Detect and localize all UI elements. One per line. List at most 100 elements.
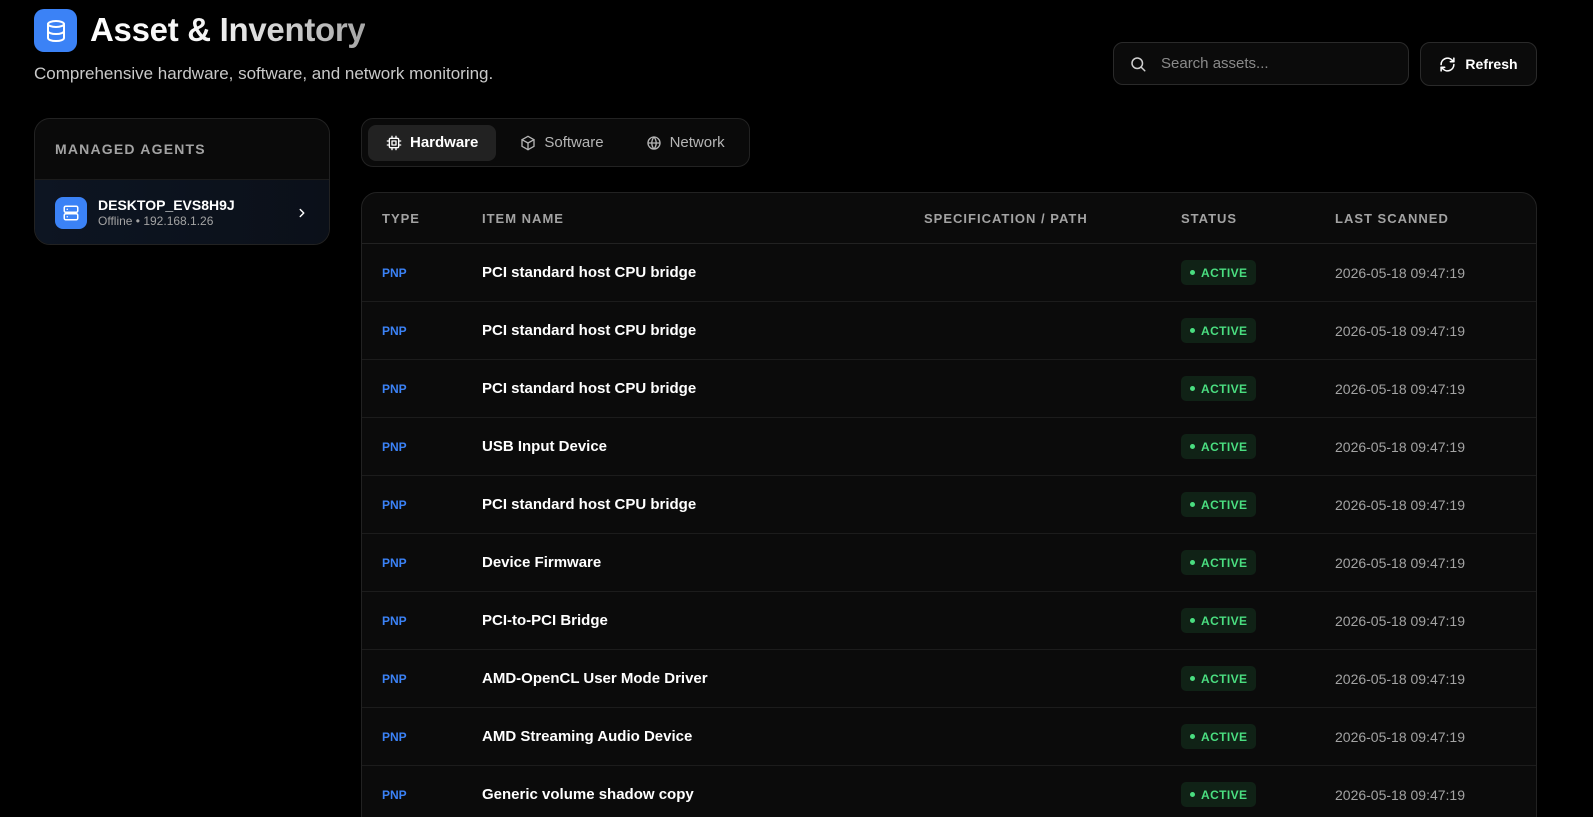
status-badge: ACTIVE — [1181, 260, 1257, 285]
search-input[interactable] — [1161, 55, 1391, 72]
status-text: ACTIVE — [1201, 323, 1248, 338]
tab-label: Software — [544, 134, 604, 151]
asset-inventory-page: Asset & Inventory Comprehensive hardware… — [0, 0, 1593, 817]
status-badge: ACTIVE — [1181, 550, 1257, 575]
item-name-cell: PCI standard host CPU bridge — [482, 264, 697, 281]
column-header-type[interactable]: TYPE — [362, 211, 482, 226]
type-cell: PNP — [382, 787, 407, 802]
type-cell: PNP — [382, 265, 407, 280]
item-name-cell: PCI standard host CPU bridge — [482, 496, 697, 513]
status-text: ACTIVE — [1201, 497, 1248, 512]
item-name-cell: PCI standard host CPU bridge — [482, 380, 697, 397]
status-badge: ACTIVE — [1181, 782, 1257, 807]
item-name-cell: USB Input Device — [482, 438, 608, 455]
status-dot-icon — [1190, 560, 1195, 565]
item-name-cell: PCI-to-PCI Bridge — [482, 612, 608, 629]
tab-label: Network — [669, 134, 725, 151]
agent-name: DESKTOP_EVS8H9J — [98, 196, 235, 213]
refresh-label: Refresh — [1465, 56, 1518, 72]
tab-hardware[interactable]: Hardware — [368, 124, 497, 161]
status-text: ACTIVE — [1201, 439, 1248, 454]
assets-table: TYPE ITEM NAME SPECIFICATION / PATH STAT… — [361, 192, 1537, 817]
status-dot-icon — [1190, 328, 1195, 333]
last-scanned-cell: 2026-05-18 09:47:19 — [1335, 438, 1465, 455]
type-cell: PNP — [382, 323, 407, 338]
column-header-status[interactable]: STATUS — [1181, 211, 1335, 226]
type-cell: PNP — [382, 497, 407, 512]
status-text: ACTIVE — [1201, 729, 1248, 744]
table-row[interactable]: PNP PCI standard host CPU bridge ACTIVE … — [362, 302, 1536, 360]
table-row[interactable]: PNP PCI-to-PCI Bridge ACTIVE 2026-05-18 … — [362, 592, 1536, 650]
cpu-icon — [386, 135, 402, 151]
globe-icon — [646, 135, 662, 151]
tab-bar: Hardware Software Network — [361, 118, 750, 167]
status-dot-icon — [1190, 792, 1195, 797]
chevron-right-icon — [295, 206, 309, 220]
status-text: ACTIVE — [1201, 555, 1248, 570]
search-box[interactable] — [1113, 42, 1409, 85]
status-badge: ACTIVE — [1181, 376, 1257, 401]
item-name-cell: Generic volume shadow copy — [482, 786, 694, 803]
tab-software[interactable]: Software — [502, 125, 621, 161]
status-badge: ACTIVE — [1181, 724, 1257, 749]
tab-network[interactable]: Network — [628, 125, 743, 161]
table-row[interactable]: PNP AMD-OpenCL User Mode Driver ACTIVE 2… — [362, 650, 1536, 708]
server-icon — [55, 196, 87, 229]
status-text: ACTIVE — [1201, 613, 1248, 628]
table-row[interactable]: PNP Device Firmware ACTIVE 2026-05-18 09… — [362, 534, 1536, 592]
last-scanned-cell: 2026-05-18 09:47:19 — [1335, 554, 1465, 571]
item-name-cell: PCI standard host CPU bridge — [482, 322, 697, 339]
status-dot-icon — [1190, 618, 1195, 623]
refresh-button[interactable]: Refresh — [1420, 42, 1537, 86]
item-name-cell: AMD Streaming Audio Device — [482, 728, 693, 745]
type-cell: PNP — [382, 555, 407, 570]
status-dot-icon — [1190, 676, 1195, 681]
type-cell: PNP — [382, 729, 407, 744]
table-row[interactable]: PNP PCI standard host CPU bridge ACTIVE … — [362, 476, 1536, 534]
last-scanned-cell: 2026-05-18 09:47:19 — [1335, 264, 1465, 281]
table-row[interactable]: PNP Generic volume shadow copy ACTIVE 20… — [362, 766, 1536, 817]
agent-status: Offline • 192.168.1.26 — [98, 213, 214, 228]
refresh-icon — [1439, 56, 1456, 73]
status-badge: ACTIVE — [1181, 608, 1257, 633]
status-badge: ACTIVE — [1181, 318, 1257, 343]
sidebar-heading: MANAGED AGENTS — [35, 119, 329, 180]
status-dot-icon — [1190, 444, 1195, 449]
status-text: ACTIVE — [1201, 671, 1248, 686]
type-cell: PNP — [382, 381, 407, 396]
status-badge: ACTIVE — [1181, 434, 1257, 459]
status-text: ACTIVE — [1201, 787, 1248, 802]
status-dot-icon — [1190, 386, 1195, 391]
status-text: ACTIVE — [1201, 265, 1248, 280]
page-title: Asset & Inventory — [90, 11, 366, 48]
type-cell: PNP — [382, 439, 407, 454]
column-header-item-name[interactable]: ITEM NAME — [482, 211, 924, 226]
database-icon — [34, 9, 77, 52]
column-header-specification[interactable]: SPECIFICATION / PATH — [924, 211, 1181, 226]
status-dot-icon — [1190, 734, 1195, 739]
page-subtitle: Comprehensive hardware, software, and ne… — [34, 64, 494, 83]
last-scanned-cell: 2026-05-18 09:47:19 — [1335, 786, 1465, 803]
last-scanned-cell: 2026-05-18 09:47:19 — [1335, 380, 1465, 397]
last-scanned-cell: 2026-05-18 09:47:19 — [1335, 612, 1465, 629]
status-dot-icon — [1190, 502, 1195, 507]
managed-agents-panel: MANAGED AGENTS DESKTOP_EVS8H9J Offline •… — [34, 118, 330, 245]
table-row[interactable]: PNP USB Input Device ACTIVE 2026-05-18 0… — [362, 418, 1536, 476]
item-name-cell: AMD-OpenCL User Mode Driver — [482, 670, 708, 687]
table-row[interactable]: PNP AMD Streaming Audio Device ACTIVE 20… — [362, 708, 1536, 766]
status-text: ACTIVE — [1201, 381, 1248, 396]
status-dot-icon — [1190, 270, 1195, 275]
type-cell: PNP — [382, 613, 407, 628]
last-scanned-cell: 2026-05-18 09:47:19 — [1335, 728, 1465, 745]
table-row[interactable]: PNP PCI standard host CPU bridge ACTIVE … — [362, 360, 1536, 418]
table-header: TYPE ITEM NAME SPECIFICATION / PATH STAT… — [362, 193, 1536, 244]
tab-label: Hardware — [410, 134, 479, 151]
package-icon — [520, 135, 536, 151]
column-header-last-scanned[interactable]: LAST SCANNED — [1335, 211, 1536, 226]
search-icon — [1129, 55, 1147, 73]
table-row[interactable]: PNP PCI standard host CPU bridge ACTIVE … — [362, 244, 1536, 302]
status-badge: ACTIVE — [1181, 666, 1257, 691]
status-badge: ACTIVE — [1181, 492, 1257, 517]
last-scanned-cell: 2026-05-18 09:47:19 — [1335, 496, 1465, 513]
agent-item[interactable]: DESKTOP_EVS8H9J Offline • 192.168.1.26 — [35, 180, 329, 244]
